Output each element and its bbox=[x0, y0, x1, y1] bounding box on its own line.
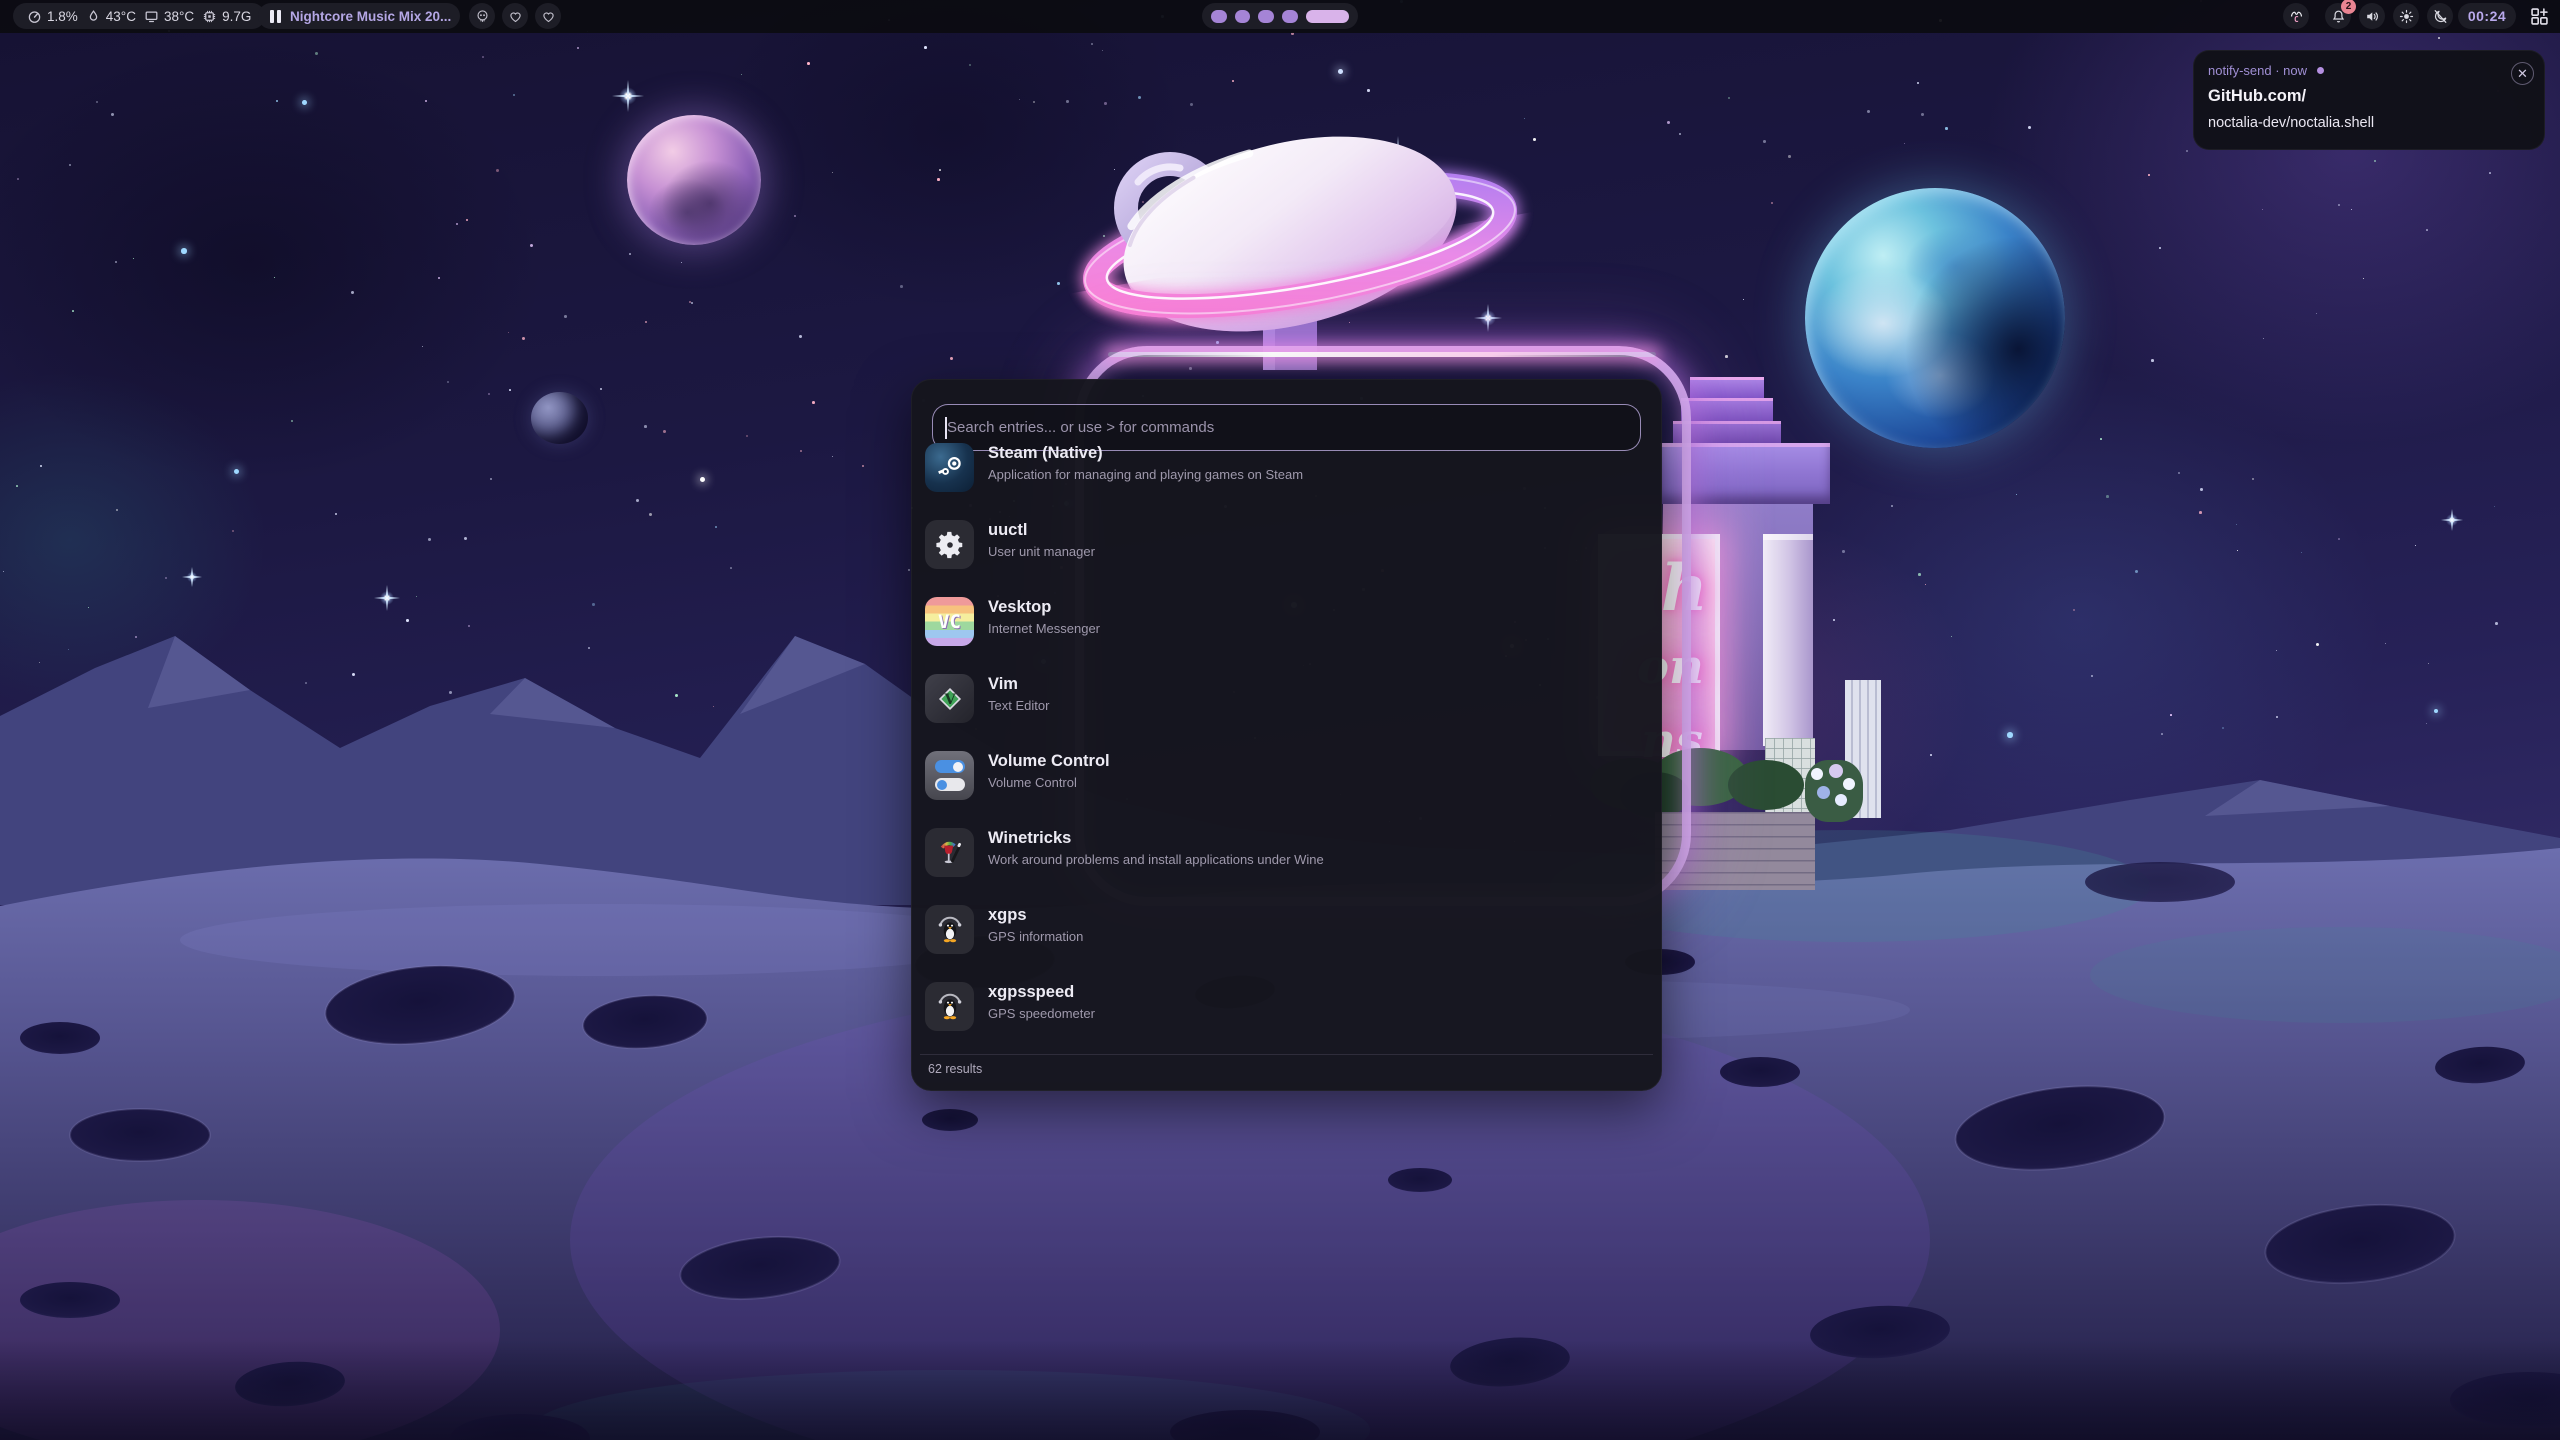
media-title: Nightcore Music Mix 20... bbox=[290, 9, 451, 24]
speaker-icon bbox=[2364, 8, 2381, 25]
app-description: Volume Control bbox=[988, 775, 1648, 790]
app-description: GPS speedometer bbox=[988, 1006, 1648, 1021]
heart-icon bbox=[507, 8, 524, 25]
workspace-dot[interactable] bbox=[1235, 10, 1251, 23]
flame-icon bbox=[86, 9, 101, 24]
clock-widget[interactable]: 00:24 bbox=[2458, 3, 2516, 29]
app-description: Internet Messenger bbox=[988, 621, 1648, 636]
launcher-result-item[interactable]: xgpsspeed GPS speedometer bbox=[925, 982, 1648, 1048]
system-stats-widget[interactable]: 1.8% 43°C 38°C 9.7G bbox=[13, 3, 265, 29]
app-name: xgps bbox=[988, 905, 1648, 925]
tray-heart-button[interactable] bbox=[502, 3, 528, 29]
results-count: 62 results bbox=[928, 1062, 982, 1076]
vim-app-icon: V bbox=[925, 674, 974, 723]
app-name: xgpsspeed bbox=[988, 982, 1648, 1002]
heart-icon bbox=[540, 8, 557, 25]
tray-heart-button[interactable] bbox=[535, 3, 561, 29]
app-description: Text Editor bbox=[988, 698, 1648, 713]
app-name: uuctl bbox=[988, 520, 1648, 540]
volume-button[interactable] bbox=[2359, 3, 2385, 29]
grid-plus-icon bbox=[2529, 6, 2550, 27]
sun-icon bbox=[2398, 8, 2415, 25]
notifications-button[interactable]: 2 bbox=[2325, 3, 2351, 29]
memory-stat: 9.7G bbox=[202, 9, 251, 24]
app-description: GPS information bbox=[988, 929, 1648, 944]
launcher-result-item[interactable]: Volume Control Volume Control bbox=[925, 751, 1648, 817]
app-grid-button[interactable] bbox=[2529, 6, 2550, 27]
top-bar: 1.8% 43°C 38°C 9.7G Nightcore Music Mix … bbox=[0, 0, 2560, 33]
display-icon bbox=[144, 9, 159, 24]
vim-icon: V bbox=[934, 683, 966, 715]
notification-close-button[interactable]: ✕ bbox=[2511, 62, 2534, 85]
notification-body: noctalia-dev/noctalia.shell bbox=[2208, 115, 2374, 131]
tray-misc-button[interactable]: C bbox=[2283, 3, 2309, 29]
app-name: Winetricks bbox=[988, 828, 1648, 848]
app-name: Volume Control bbox=[988, 751, 1648, 771]
moon-slash-icon bbox=[2432, 8, 2449, 25]
unread-dot bbox=[2317, 67, 2324, 74]
gear-icon bbox=[934, 529, 966, 561]
launcher-result-item[interactable]: VC Vesktop Internet Messenger bbox=[925, 597, 1648, 663]
notification-card[interactable]: notify-send · now ✕ GitHub.com/ noctalia… bbox=[2193, 50, 2545, 150]
steam-app-icon bbox=[925, 443, 974, 492]
tux-app-icon bbox=[925, 905, 974, 954]
tux-gps-icon bbox=[934, 914, 966, 946]
workspace-indicator[interactable] bbox=[1202, 3, 1358, 29]
vesktop-app-icon: VC bbox=[925, 597, 974, 646]
launcher-results-list: Steam (Native) Application for managing … bbox=[925, 443, 1648, 1059]
launcher-result-item[interactable]: xgps GPS information bbox=[925, 905, 1648, 971]
winetricks-icon bbox=[934, 837, 966, 869]
night-light-button[interactable] bbox=[2427, 3, 2453, 29]
tray-app-icon: C bbox=[2288, 8, 2305, 25]
svg-text:C: C bbox=[2294, 14, 2299, 23]
gear-app-icon bbox=[925, 520, 974, 569]
workspace-dot[interactable] bbox=[1282, 10, 1298, 23]
gauge-icon bbox=[27, 9, 42, 24]
cafe-pillar bbox=[1763, 534, 1813, 746]
app-launcher: Steam (Native) Application for managing … bbox=[911, 379, 1662, 1091]
launcher-footer-divider bbox=[920, 1054, 1653, 1055]
neon-sign-tube bbox=[1108, 352, 1656, 357]
launcher-result-item[interactable]: V Vim Text Editor bbox=[925, 674, 1648, 740]
launcher-result-item[interactable]: Winetricks Work around problems and inst… bbox=[925, 828, 1648, 894]
cpu-usage-stat: 1.8% bbox=[27, 9, 78, 24]
skull-icon bbox=[474, 8, 491, 25]
cpu-temp-stat: 43°C bbox=[86, 9, 136, 24]
pause-icon bbox=[270, 10, 281, 23]
notification-count-badge: 2 bbox=[2341, 0, 2356, 14]
app-name: Vim bbox=[988, 674, 1648, 694]
notification-header: notify-send · now bbox=[2208, 63, 2324, 78]
chip-icon bbox=[202, 9, 217, 24]
launcher-result-item[interactable]: Steam (Native) Application for managing … bbox=[925, 443, 1648, 509]
cafe-roof-step bbox=[1690, 377, 1764, 398]
svg-text:V: V bbox=[943, 692, 956, 708]
bush bbox=[1728, 760, 1804, 810]
tux-gps-icon bbox=[934, 991, 966, 1023]
notification-source-time: notify-send · now bbox=[2208, 63, 2307, 78]
app-name: Steam (Native) bbox=[988, 443, 1648, 463]
desktop: h on ns 1.8% bbox=[0, 0, 2560, 1440]
steam-icon bbox=[934, 452, 966, 484]
brightness-button[interactable] bbox=[2393, 3, 2419, 29]
flower-cluster bbox=[1805, 760, 1863, 822]
notification-title: GitHub.com/ bbox=[2208, 87, 2306, 106]
workspace-dot[interactable] bbox=[1258, 10, 1274, 23]
workspace-dot-active[interactable] bbox=[1306, 10, 1349, 23]
tux-app-icon bbox=[925, 982, 974, 1031]
media-player-widget[interactable]: Nightcore Music Mix 20... bbox=[258, 3, 460, 29]
volume-app-icon bbox=[925, 751, 974, 800]
close-icon: ✕ bbox=[2517, 66, 2528, 82]
winetricks-app-icon bbox=[925, 828, 974, 877]
app-description: User unit manager bbox=[988, 544, 1648, 559]
gpu-temp-stat: 38°C bbox=[144, 9, 194, 24]
workspace-dot[interactable] bbox=[1211, 10, 1227, 23]
app-name: Vesktop bbox=[988, 597, 1648, 617]
launcher-result-item[interactable]: uuctl User unit manager bbox=[925, 520, 1648, 586]
app-description: Application for managing and playing gam… bbox=[988, 467, 1648, 482]
cafe-roof-step bbox=[1681, 398, 1773, 421]
tray-skull-button[interactable] bbox=[469, 3, 495, 29]
app-description: Work around problems and install applica… bbox=[988, 852, 1648, 867]
